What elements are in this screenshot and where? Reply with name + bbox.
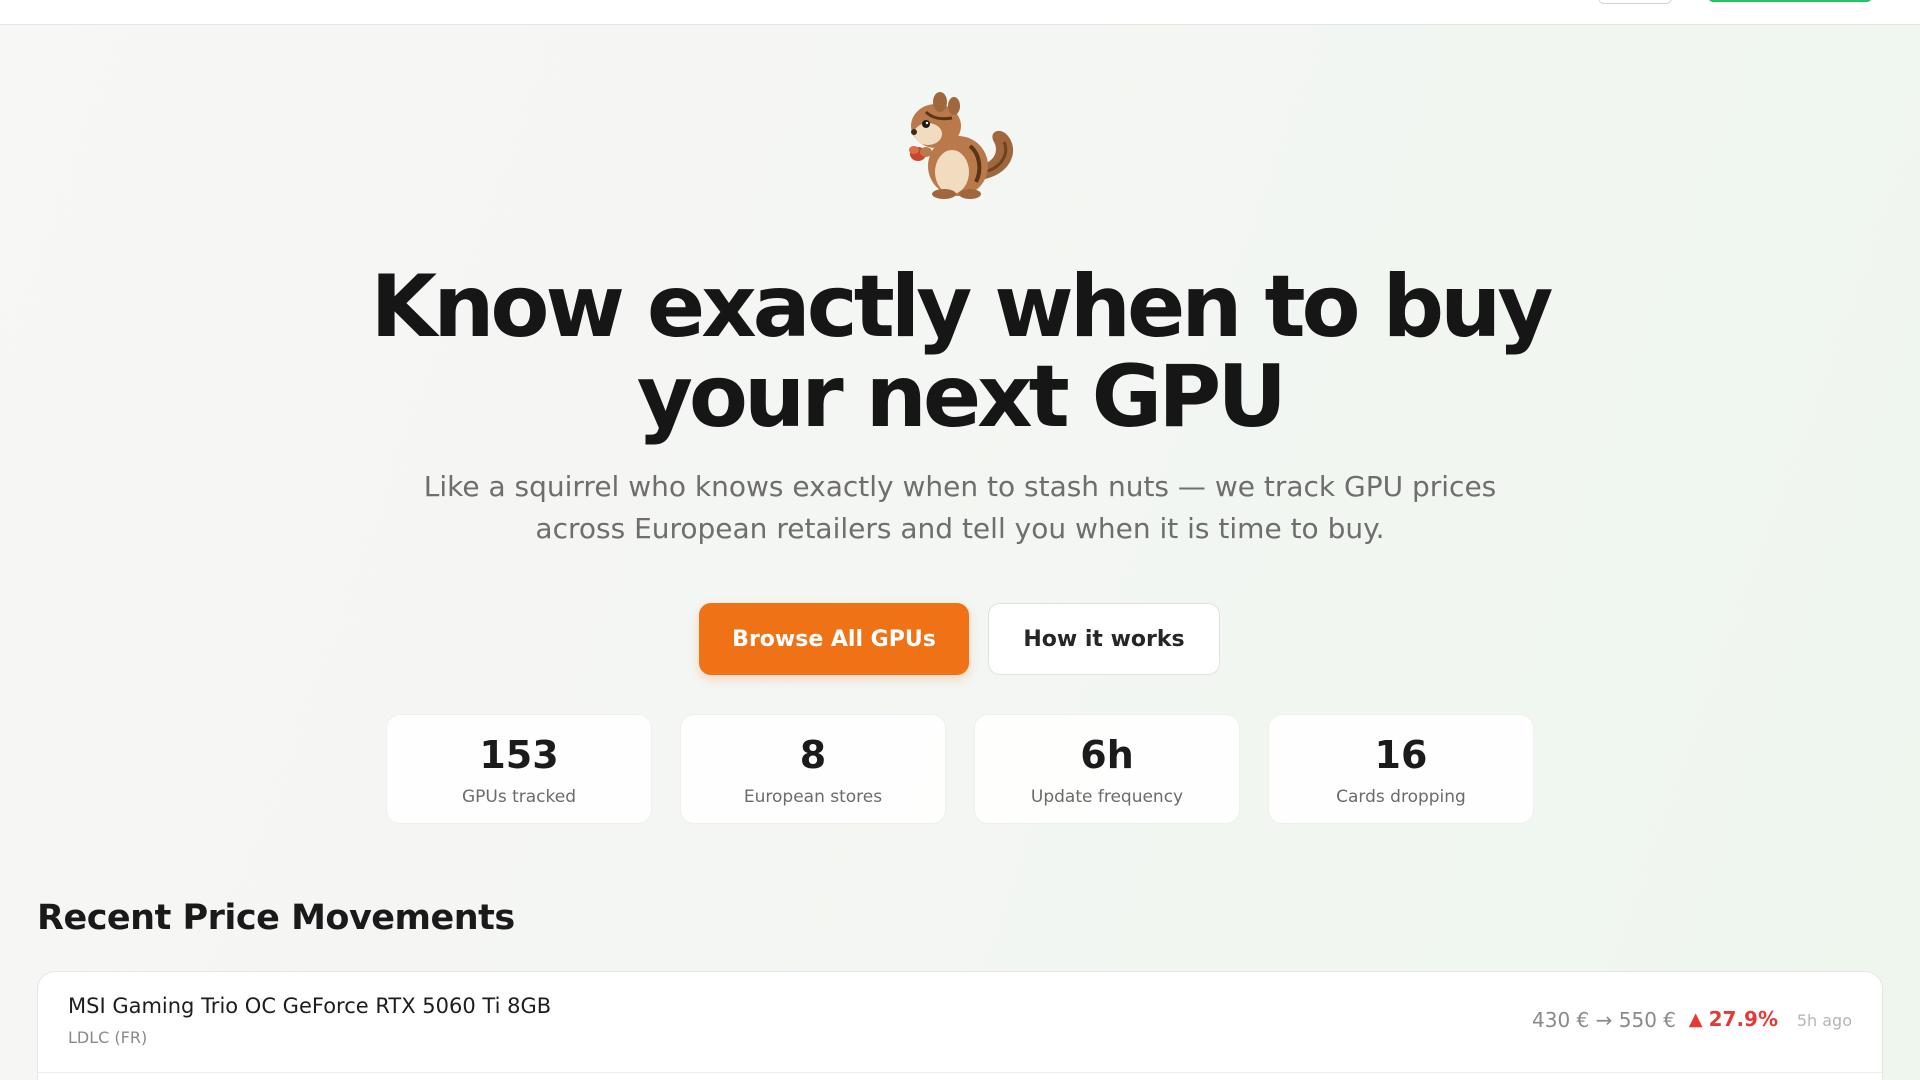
store-name: LDLC (FR) (68, 1028, 148, 1047)
updated-time-ago: 5h ago (1796, 1011, 1852, 1030)
browse-all-gpus-button[interactable]: Browse All GPUs (699, 603, 969, 675)
subheading-line-2: across European retailers and tell you w… (535, 512, 1385, 545)
how-it-works-button[interactable]: How it works (988, 603, 1220, 675)
stat-card-update-frequency: 6h Update frequency (974, 714, 1240, 824)
stat-value: 6h (1080, 733, 1134, 777)
stat-value: 8 (799, 733, 827, 777)
stat-card-gpus-tracked: 153 GPUs tracked (386, 714, 652, 824)
hero-headline: Know exactly when to buy your next GPU (260, 262, 1660, 442)
top-navigation-bar (0, 0, 1920, 25)
headline-line-2: your next GPU (636, 347, 1287, 447)
up-triangle-icon: ▲ (1688, 1008, 1703, 1030)
stat-card-european-stores: 8 European stores (680, 714, 946, 824)
price-change-percent: ▲ 27.9% (1689, 1007, 1778, 1031)
price-change-value: 27.9% (1708, 1007, 1778, 1031)
stat-label: European stores (743, 787, 883, 807)
hero-subheading: Like a squirrel who knows exactly when t… (360, 466, 1560, 550)
stat-value: 153 (479, 733, 559, 777)
stat-label: Cards dropping (1336, 787, 1466, 807)
recent-price-movements-title: Recent Price Movements (37, 898, 515, 938)
stat-card-cards-dropping: 16 Cards dropping (1268, 714, 1534, 824)
chipmunk-icon (909, 92, 1014, 199)
price-change-range: 430 € → 550 € (1532, 1008, 1676, 1032)
stat-label: Update frequency (1030, 787, 1184, 807)
nav-secondary-button[interactable] (1598, 0, 1672, 4)
subheading-line-1: Like a squirrel who knows exactly when t… (423, 470, 1497, 503)
price-movements-list: MSI Gaming Trio OC GeForce RTX 5060 Ti 8… (37, 971, 1883, 1080)
gpu-name[interactable]: MSI Gaming Trio OC GeForce RTX 5060 Ti 8… (68, 994, 551, 1018)
stat-label: GPUs tracked (461, 787, 577, 807)
stat-value: 16 (1374, 733, 1428, 777)
headline-line-1: Know exactly when to buy (370, 257, 1554, 357)
price-movement-row[interactable]: MSI Gaming Trio OC GeForce RTX 5060 Ti 8… (38, 972, 1882, 1073)
nav-primary-button[interactable] (1708, 0, 1872, 2)
